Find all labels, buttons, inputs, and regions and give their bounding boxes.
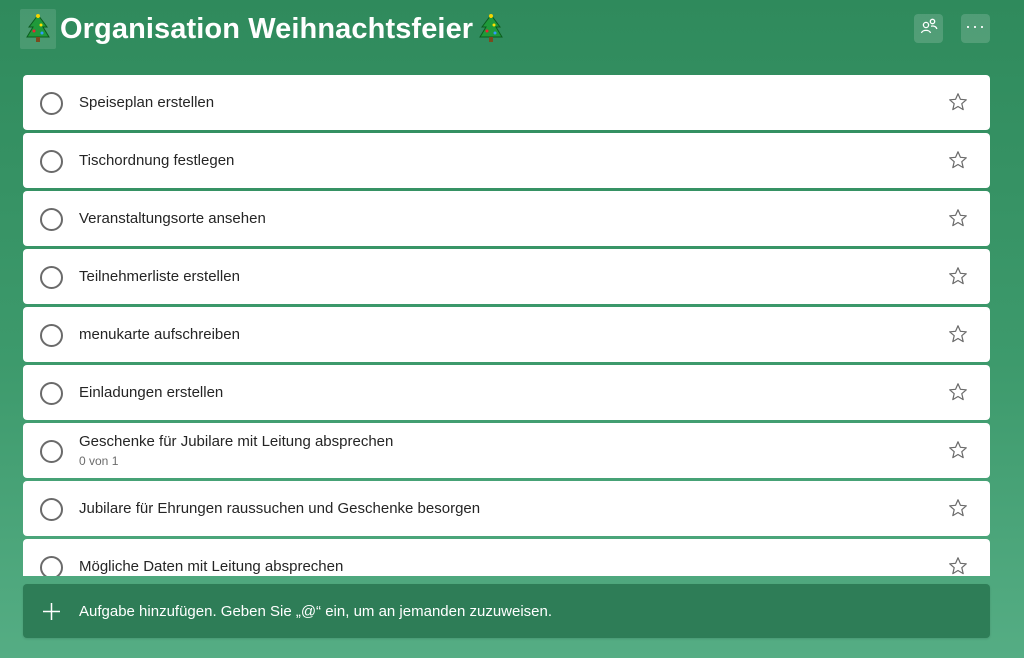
task-title: Jubilare für Ehrungen raussuchen und Ges… bbox=[79, 500, 481, 517]
complete-task-checkbox[interactable] bbox=[40, 382, 63, 405]
complete-task-checkbox[interactable] bbox=[40, 266, 63, 289]
subtask-progress: 0 von 1 bbox=[79, 454, 119, 468]
complete-task-checkbox[interactable] bbox=[40, 150, 63, 173]
task-item[interactable]: Tischordnung festlegen bbox=[23, 133, 990, 188]
list-title[interactable]: Organisation Weihnachtsfeier bbox=[60, 13, 473, 46]
star-icon[interactable] bbox=[948, 150, 968, 170]
complete-task-checkbox[interactable] bbox=[40, 440, 63, 463]
task-item[interactable]: Jubilare für Ehrungen raussuchen und Ges… bbox=[23, 481, 990, 536]
star-icon[interactable] bbox=[948, 324, 968, 344]
task-item[interactable]: menukarte aufschreiben bbox=[23, 307, 990, 362]
complete-task-checkbox[interactable] bbox=[40, 498, 63, 521]
task-item[interactable]: Einladungen erstellen bbox=[23, 365, 990, 420]
star-icon[interactable] bbox=[948, 382, 968, 402]
task-title: Teilnehmerliste erstellen bbox=[79, 268, 240, 285]
star-icon[interactable] bbox=[948, 208, 968, 228]
add-task-input[interactable]: Aufgabe hinzufügen. Geben Sie „@“ ein, u… bbox=[79, 603, 552, 620]
star-icon[interactable] bbox=[948, 440, 968, 460]
task-title: Geschenke für Jubilare mit Leitung abspr… bbox=[79, 433, 394, 450]
star-icon[interactable] bbox=[948, 556, 968, 576]
task-item[interactable]: Veranstaltungsorte ansehen bbox=[23, 191, 990, 246]
star-icon[interactable] bbox=[948, 92, 968, 112]
list-title-area[interactable]: Organisation Weihnachtsfeier bbox=[20, 8, 509, 50]
complete-task-checkbox[interactable] bbox=[40, 324, 63, 347]
task-title: Einladungen erstellen bbox=[79, 384, 224, 401]
list-header: Organisation Weihnachtsfeier ··· bbox=[0, 0, 1024, 58]
task-list[interactable]: Speiseplan erstellen Tischordnung festle… bbox=[23, 75, 990, 576]
task-title: menukarte aufschreiben bbox=[79, 326, 240, 343]
more-options-button[interactable]: ··· bbox=[961, 14, 990, 43]
task-item[interactable]: Speiseplan erstellen bbox=[23, 75, 990, 130]
share-list-button[interactable] bbox=[914, 14, 943, 43]
christmas-tree-icon bbox=[473, 9, 509, 49]
task-title: Mögliche Daten mit Leitung absprechen bbox=[79, 558, 344, 575]
task-item[interactable]: Geschenke für Jubilare mit Leitung abspr… bbox=[23, 423, 990, 478]
add-task-bar[interactable]: Aufgabe hinzufügen. Geben Sie „@“ ein, u… bbox=[23, 584, 990, 638]
task-title: Veranstaltungsorte ansehen bbox=[79, 210, 266, 227]
complete-task-checkbox[interactable] bbox=[40, 556, 63, 576]
task-title: Speiseplan erstellen bbox=[79, 94, 215, 111]
star-icon[interactable] bbox=[948, 266, 968, 286]
plus-icon[interactable] bbox=[42, 602, 61, 621]
task-title: Tischordnung festlegen bbox=[79, 152, 235, 169]
christmas-tree-icon[interactable] bbox=[20, 9, 56, 49]
task-item[interactable]: Mögliche Daten mit Leitung absprechen bbox=[23, 539, 990, 576]
share-people-icon bbox=[920, 17, 938, 40]
more-dots-icon: ··· bbox=[965, 15, 986, 36]
complete-task-checkbox[interactable] bbox=[40, 208, 63, 231]
task-item[interactable]: Teilnehmerliste erstellen bbox=[23, 249, 990, 304]
complete-task-checkbox[interactable] bbox=[40, 92, 63, 115]
star-icon[interactable] bbox=[948, 498, 968, 518]
